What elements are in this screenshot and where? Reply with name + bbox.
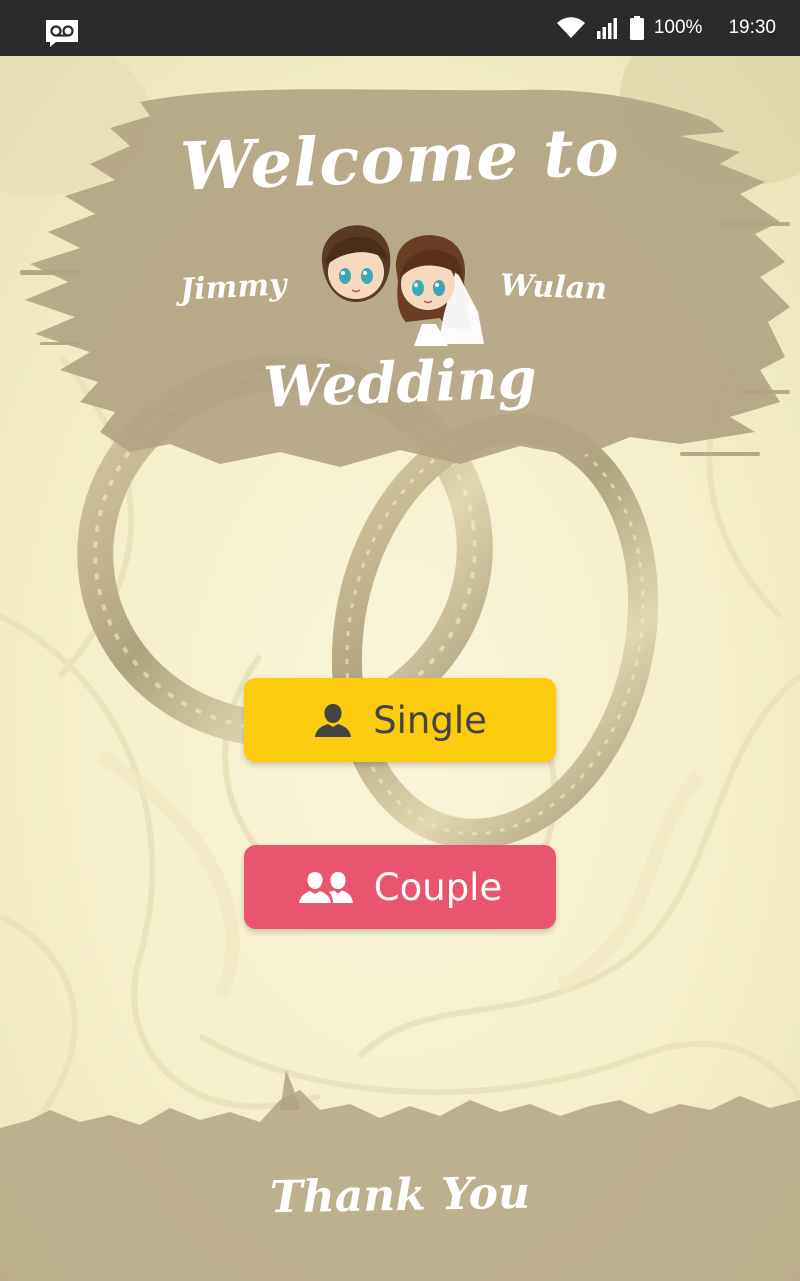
single-button[interactable]: Single (244, 678, 556, 762)
status-bar: 100% 19:30 (0, 0, 800, 56)
couple-button-label: Couple (373, 865, 503, 909)
single-button-label: Single (373, 698, 487, 742)
couple-button[interactable]: Couple (244, 845, 556, 929)
signal-icon (596, 18, 617, 39)
couple-avatar-icon (321, 225, 484, 346)
clock: 19:30 (728, 17, 776, 38)
person-icon (315, 704, 352, 737)
voicemail-icon (46, 20, 78, 47)
wedding-app-screen: 100% 19:30 Welcome to Jimmy Wulan Weddin… (0, 0, 800, 1281)
wifi-icon (556, 17, 585, 38)
bride-name: Wulan (499, 268, 608, 307)
groom-name: Jimmy (179, 267, 288, 308)
couple-icon (298, 872, 353, 903)
battery-percentage: 100% (653, 17, 703, 38)
battery-icon (629, 16, 644, 40)
